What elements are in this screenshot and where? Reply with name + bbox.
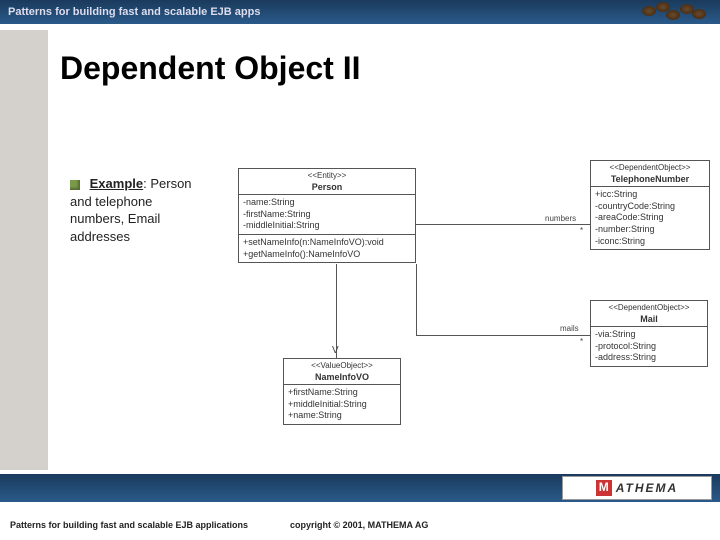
uml-attr: +name:String bbox=[288, 410, 396, 422]
uml-attr: +firstName:String bbox=[288, 387, 396, 399]
header-bar: Patterns for building fast and scalable … bbox=[0, 0, 720, 24]
uml-attrs: +firstName:String +middleInitial:String … bbox=[284, 385, 400, 424]
uml-attrs: -via:String -protocol:String -address:St… bbox=[591, 327, 707, 366]
assoc-label: mails bbox=[560, 324, 579, 333]
divider bbox=[0, 24, 720, 30]
uml-ops: +setNameInfo(n:NameInfoVO):void +getName… bbox=[239, 235, 415, 262]
uml-stereo: <<ValueObject>> bbox=[284, 359, 400, 370]
footer-left: Patterns for building fast and scalable … bbox=[10, 520, 248, 530]
uml-attr: -number:String bbox=[595, 224, 705, 236]
uml-attr: -iconc:String bbox=[595, 236, 705, 248]
logo: ATHEMA bbox=[562, 476, 712, 500]
arrow-head: V bbox=[332, 345, 339, 356]
uml-attr: -via:String bbox=[595, 329, 703, 341]
logo-text: ATHEMA bbox=[616, 481, 678, 495]
uml-class-name: TelephoneNumber bbox=[591, 172, 709, 187]
uml-phone: <<DependentObject>> TelephoneNumber +icc… bbox=[590, 160, 710, 250]
header-decoration bbox=[642, 2, 712, 22]
uml-attr: -name:String bbox=[243, 197, 411, 209]
uml-op: +getNameInfo():NameInfoVO bbox=[243, 249, 411, 261]
uml-attr: -countryCode:String bbox=[595, 201, 705, 213]
connector bbox=[416, 335, 590, 336]
connector bbox=[336, 264, 337, 358]
assoc-mult: * bbox=[580, 337, 583, 346]
uml-attr: +icc:String bbox=[595, 189, 705, 201]
footer-right: copyright © 2001, MATHEMA AG bbox=[290, 520, 428, 530]
uml-stereo: <<DependentObject>> bbox=[591, 301, 707, 312]
uml-class-name: Person bbox=[239, 180, 415, 195]
side-block bbox=[0, 30, 48, 470]
uml-attr: -firstName:String bbox=[243, 209, 411, 221]
uml-class-name: NameInfoVO bbox=[284, 370, 400, 385]
uml-mail: <<DependentObject>> Mail -via:String -pr… bbox=[590, 300, 708, 367]
slide-title: Dependent Object II bbox=[60, 50, 360, 87]
header-title: Patterns for building fast and scalable … bbox=[8, 6, 260, 18]
uml-attr: -address:String bbox=[595, 352, 703, 364]
uml-op: +setNameInfo(n:NameInfoVO):void bbox=[243, 237, 411, 249]
uml-class-name: Mail bbox=[591, 312, 707, 327]
bullet-label: Example bbox=[90, 176, 143, 191]
connector bbox=[416, 264, 417, 336]
assoc-mult: * bbox=[580, 226, 583, 235]
uml-attrs: -name:String -firstName:String -middleIn… bbox=[239, 195, 415, 235]
uml-attrs: +icc:String -countryCode:String -areaCod… bbox=[591, 187, 709, 249]
assoc-label: numbers bbox=[545, 214, 576, 223]
uml-attr: -middleInitial:String bbox=[243, 220, 411, 232]
uml-attr: +middleInitial:String bbox=[288, 399, 396, 411]
uml-stereo: <<DependentObject>> bbox=[591, 161, 709, 172]
uml-nameinfo: <<ValueObject>> NameInfoVO +firstName:St… bbox=[283, 358, 401, 425]
uml-person: <<Entity>> Person -name:String -firstNam… bbox=[238, 168, 416, 263]
connector bbox=[416, 224, 590, 225]
bullet-text: Example: Person and telephone numbers, E… bbox=[70, 175, 210, 245]
uml-attr: -areaCode:String bbox=[595, 212, 705, 224]
uml-attr: -protocol:String bbox=[595, 341, 703, 353]
logo-icon bbox=[596, 480, 612, 496]
uml-stereo: <<Entity>> bbox=[239, 169, 415, 180]
